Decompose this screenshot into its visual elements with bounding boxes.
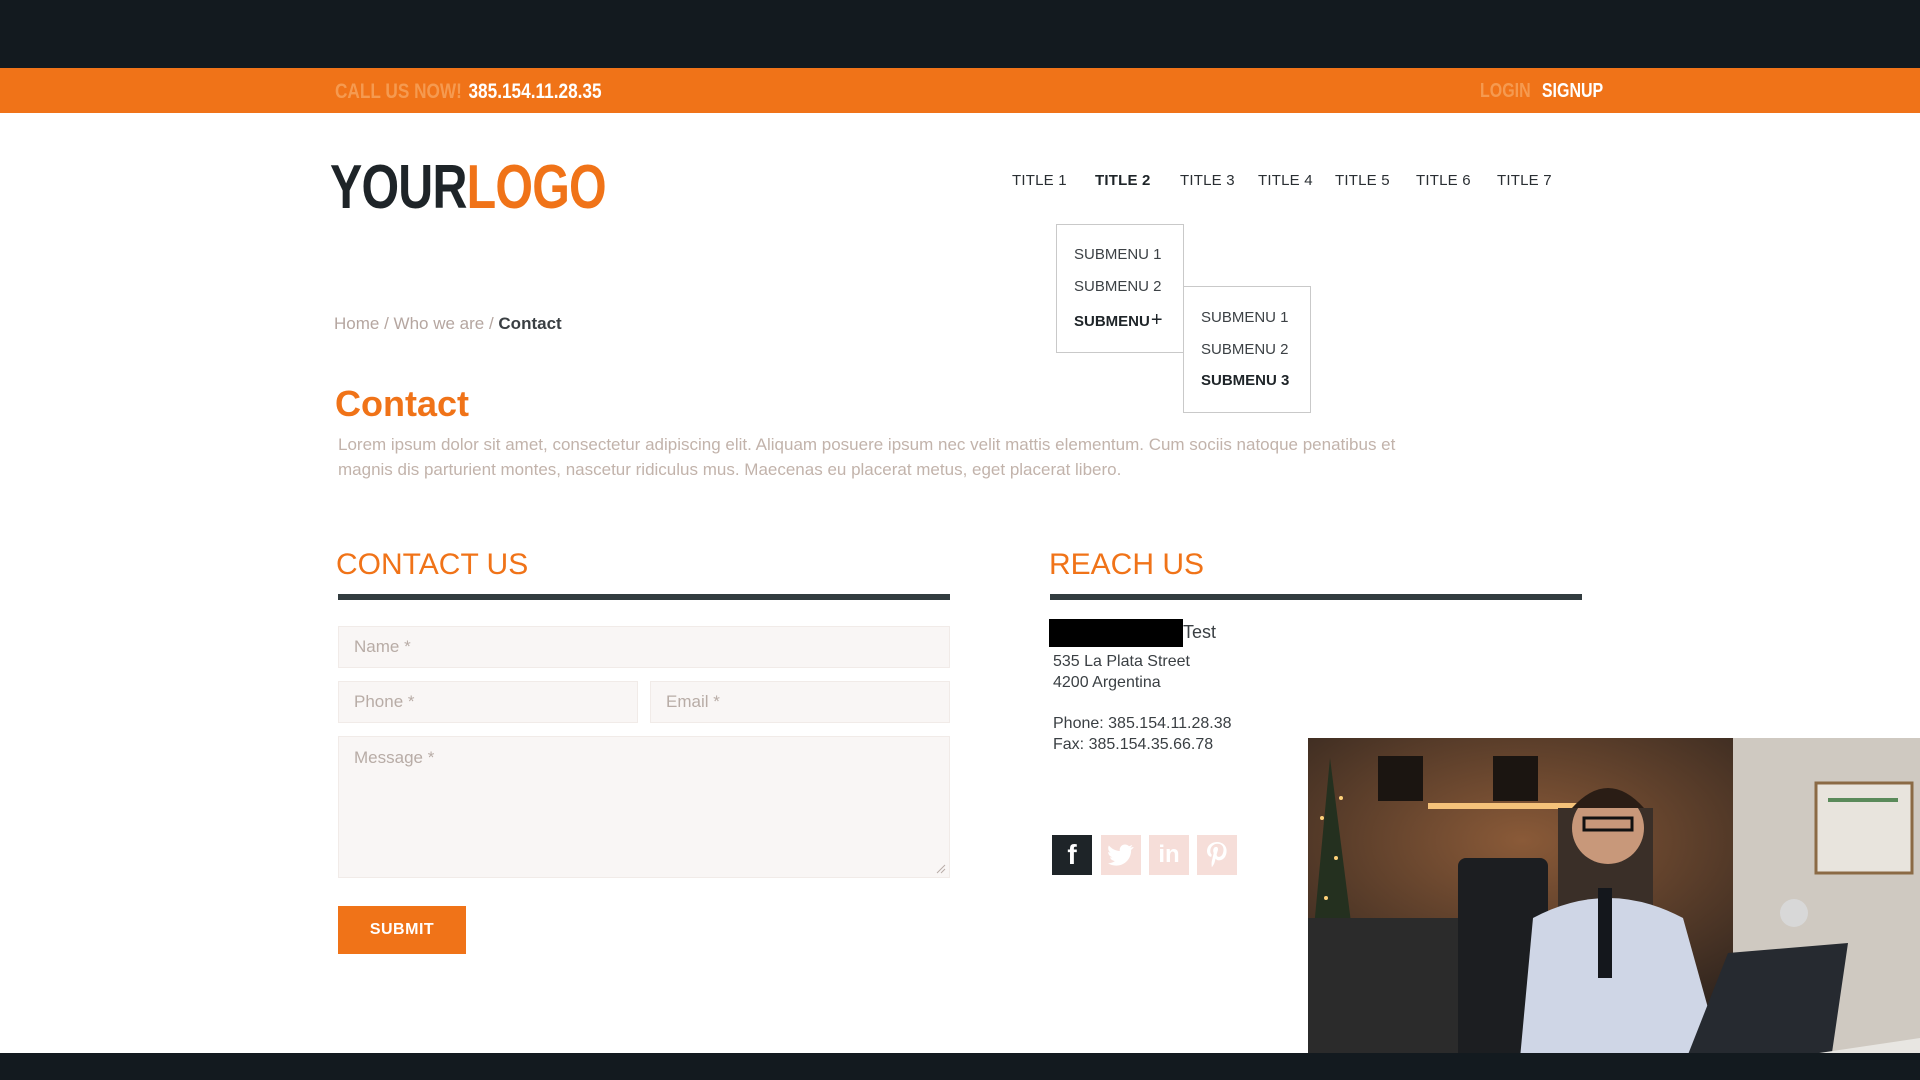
nav-item-title-7[interactable]: TITLE 7: [1497, 172, 1552, 189]
nested-submenu-dropdown: SUBMENU 1 SUBMENU 2 SUBMENU 3: [1183, 286, 1311, 413]
presenter-video-image: [1308, 738, 1920, 1080]
name-field[interactable]: Name *: [338, 626, 950, 668]
redacted-name-bar: [1049, 619, 1183, 647]
reach-phone: Phone: 385.154.11.28.38: [1053, 715, 1232, 732]
breadcrumb: Home / Who we are / Contact: [334, 314, 562, 334]
reach-street: 535 La Plata Street: [1053, 653, 1190, 670]
twitter-bird-glyph: [1108, 844, 1134, 866]
phone-field[interactable]: Phone *: [338, 681, 638, 723]
nav-item-title-1[interactable]: TITLE 1: [1012, 172, 1067, 189]
login-link[interactable]: LOGIN: [1480, 80, 1531, 102]
nav-item-title-3[interactable]: TITLE 3: [1180, 172, 1235, 189]
email-field[interactable]: Email *: [650, 681, 950, 723]
auth-links: LOGIN SIGNUP: [1480, 80, 1603, 103]
call-us-label: CALL US NOW!: [335, 80, 462, 103]
linkedin-icon[interactable]: in: [1149, 835, 1189, 875]
bottom-dark-band: [0, 1053, 1920, 1080]
pinterest-icon[interactable]: [1197, 835, 1237, 875]
reach-name-suffix: Test: [1183, 622, 1217, 642]
linkedin-glyph: in: [1158, 841, 1180, 868]
reach-us-heading: REACH US: [1049, 548, 1205, 581]
top-dark-band: [0, 0, 1920, 68]
nav-item-title-2[interactable]: TITLE 2: [1095, 172, 1151, 189]
message-field[interactable]: Message *: [338, 736, 950, 878]
submit-button[interactable]: SUBMIT: [338, 906, 466, 954]
email-placeholder: Email *: [666, 692, 720, 711]
submenu-item-3[interactable]: SUBMENU+: [1074, 309, 1163, 332]
nested-submenu-item-1[interactable]: SUBMENU 1: [1201, 309, 1289, 326]
nav-item-title-5[interactable]: TITLE 5: [1335, 172, 1390, 189]
reach-fax: Fax: 385.154.35.66.78: [1053, 736, 1214, 753]
submenu-item-3-label: SUBMENU: [1074, 313, 1150, 330]
breadcrumb-separator: /: [379, 314, 394, 333]
name-placeholder: Name *: [354, 637, 411, 656]
breadcrumb-home[interactable]: Home: [334, 314, 379, 333]
intro-paragraph: Lorem ipsum dolor sit amet, consectetur …: [338, 435, 1396, 479]
call-us-phone[interactable]: 385.154.11.28.35: [468, 80, 601, 103]
submenu-item-2[interactable]: SUBMENU 2: [1074, 278, 1162, 295]
twitter-icon[interactable]: [1101, 835, 1141, 875]
breadcrumb-separator: /: [484, 314, 499, 333]
webcam-overlay: [1308, 738, 1920, 1080]
move-cursor-icon: +: [1150, 309, 1163, 331]
message-placeholder: Message *: [354, 748, 435, 767]
nav-item-title-6[interactable]: TITLE 6: [1416, 172, 1471, 189]
top-info-bar: [0, 68, 1920, 113]
contact-us-divider: [338, 594, 950, 600]
signup-link[interactable]: SIGNUP: [1542, 80, 1603, 102]
submenu-item-1[interactable]: SUBMENU 1: [1074, 246, 1162, 263]
facebook-glyph: f: [1067, 839, 1077, 870]
site-logo[interactable]: YOURLOGO: [330, 157, 607, 219]
phone-placeholder: Phone *: [354, 692, 415, 711]
nav-item-title-4[interactable]: TITLE 4: [1258, 172, 1313, 189]
nested-submenu-item-2[interactable]: SUBMENU 2: [1201, 341, 1289, 358]
logo-part-your: YOUR: [330, 153, 467, 222]
logo-part-logo: LOGO: [466, 153, 607, 222]
resize-handle-icon[interactable]: [936, 864, 946, 874]
call-us-block: CALL US NOW! 385.154.11.28.35: [335, 80, 602, 104]
nested-submenu-item-3[interactable]: SUBMENU 3: [1201, 372, 1289, 389]
breadcrumb-current: Contact: [498, 314, 562, 333]
submenu-dropdown: SUBMENU 1 SUBMENU 2 SUBMENU+: [1056, 224, 1184, 353]
contact-us-heading: CONTACT US: [336, 548, 529, 581]
page-title: Contact: [335, 383, 469, 424]
reach-city: 4200 Argentina: [1053, 674, 1161, 691]
breadcrumb-who-we-are[interactable]: Who we are: [394, 314, 485, 333]
pinterest-glyph: [1207, 842, 1227, 868]
reach-us-divider: [1050, 594, 1582, 600]
facebook-icon[interactable]: f: [1052, 835, 1092, 875]
